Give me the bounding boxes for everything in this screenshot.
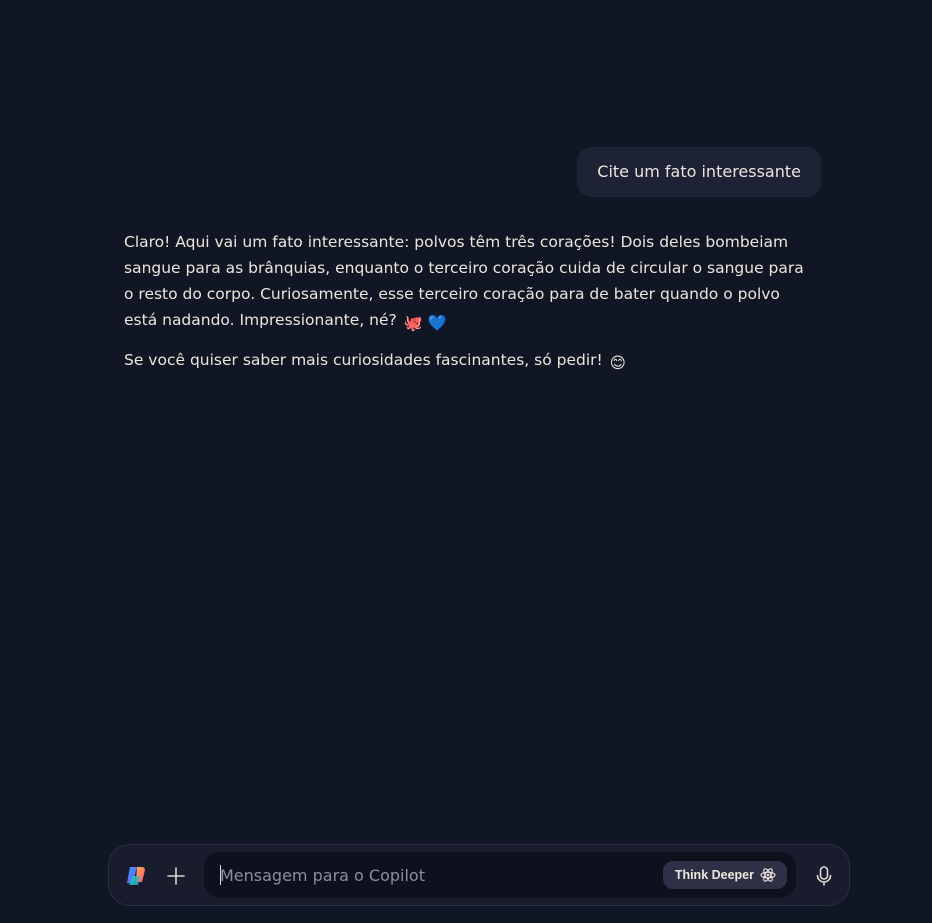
chat-page: Cite um fato interessante Claro! Aqui va… [0, 0, 932, 923]
assistant-paragraph-1-text: Claro! Aqui vai um fato interessante: po… [124, 233, 804, 329]
assistant-paragraph-2-text: Se você quiser saber mais curiosidades f… [124, 351, 603, 369]
message-input-container: Think Deeper [204, 852, 796, 898]
add-attachment-button[interactable] [161, 861, 191, 891]
smiling-face-emoji: 😊 [609, 354, 626, 372]
atom-icon [760, 868, 776, 882]
plus-icon [167, 867, 185, 885]
assistant-paragraph-2: Se você quiser saber mais curiosidades f… [124, 347, 814, 376]
message-composer: Think Deeper [108, 844, 850, 906]
user-message-text: Cite um fato interessante [597, 162, 801, 181]
microphone-icon [816, 866, 832, 886]
microphone-button[interactable] [809, 861, 839, 891]
copilot-logo-icon[interactable] [124, 864, 148, 888]
assistant-message: Claro! Aqui vai um fato interessante: po… [124, 229, 814, 387]
text-cursor [220, 865, 221, 885]
think-deeper-button[interactable]: Think Deeper [662, 861, 787, 889]
think-deeper-label: Think Deeper [674, 868, 754, 882]
assistant-paragraph-1: Claro! Aqui vai um fato interessante: po… [124, 229, 814, 336]
message-input[interactable] [220, 852, 640, 898]
octopus-blue-heart-emoji: 🐙 💙 [403, 314, 448, 332]
user-message-bubble: Cite um fato interessante [577, 147, 821, 197]
